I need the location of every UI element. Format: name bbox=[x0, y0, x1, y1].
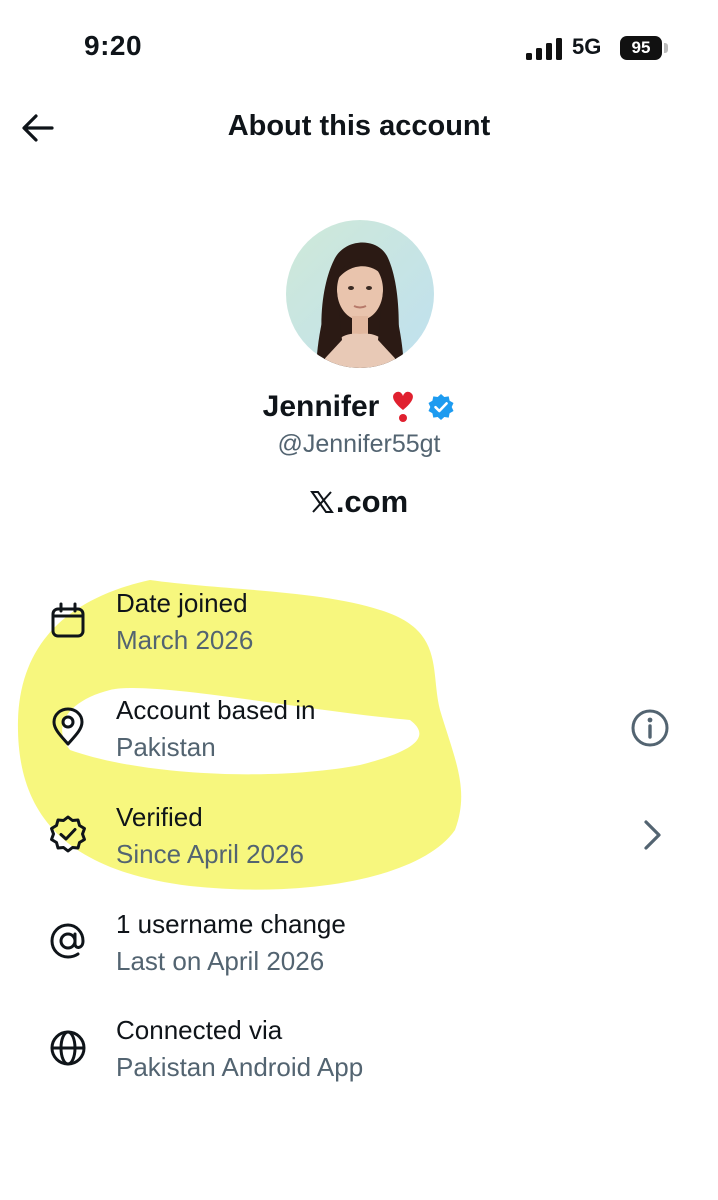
profile-name-row: Jennifer bbox=[0, 390, 718, 424]
user-handle: @Jennifer55gt bbox=[277, 430, 441, 458]
row-title-connected-via: Connected via bbox=[116, 1015, 283, 1045]
row-title-username-change: 1 username change bbox=[116, 909, 346, 939]
highlighter-annotation bbox=[17, 580, 462, 890]
heart-exclamation-emoji bbox=[393, 391, 414, 422]
row-title-verified: Verified bbox=[116, 802, 203, 832]
avatar[interactable] bbox=[286, 220, 434, 368]
row-title-account-based: Account based in bbox=[116, 695, 316, 725]
row-sub-date-joined: March 2026 bbox=[116, 625, 254, 655]
arrow-left-icon[interactable] bbox=[20, 110, 56, 146]
calendar-icon bbox=[51, 602, 85, 638]
site-link[interactable]: .com bbox=[0, 484, 718, 520]
row-sub-account-based: Pakistan bbox=[116, 732, 216, 762]
site-text: .com bbox=[335, 484, 409, 519]
chevron-right-icon[interactable] bbox=[632, 815, 672, 855]
battery-tip bbox=[664, 43, 668, 53]
globe-icon bbox=[50, 1030, 86, 1066]
display-name: Jennifer bbox=[262, 390, 380, 423]
network-type: 5G bbox=[572, 34, 602, 59]
row-sub-verified: Since April 2026 bbox=[116, 839, 304, 869]
page-title: About this account bbox=[227, 110, 491, 142]
status-time: 9:20 bbox=[84, 30, 143, 61]
verified-badge-icon[interactable] bbox=[427, 393, 455, 421]
cell-signal-icon bbox=[526, 38, 562, 60]
verified-check-icon bbox=[50, 815, 86, 853]
row-sub-username-change: Last on April 2026 bbox=[116, 946, 325, 976]
location-pin-icon bbox=[52, 707, 84, 746]
battery-indicator: 95 bbox=[620, 36, 662, 60]
at-sign-icon bbox=[50, 923, 85, 959]
row-title-date-joined: Date joined bbox=[116, 588, 248, 618]
avatar-photo bbox=[286, 220, 434, 368]
info-icon[interactable] bbox=[630, 708, 670, 748]
row-sub-connected-via: Pakistan Android App bbox=[116, 1052, 364, 1082]
x-logo-icon bbox=[309, 491, 334, 513]
